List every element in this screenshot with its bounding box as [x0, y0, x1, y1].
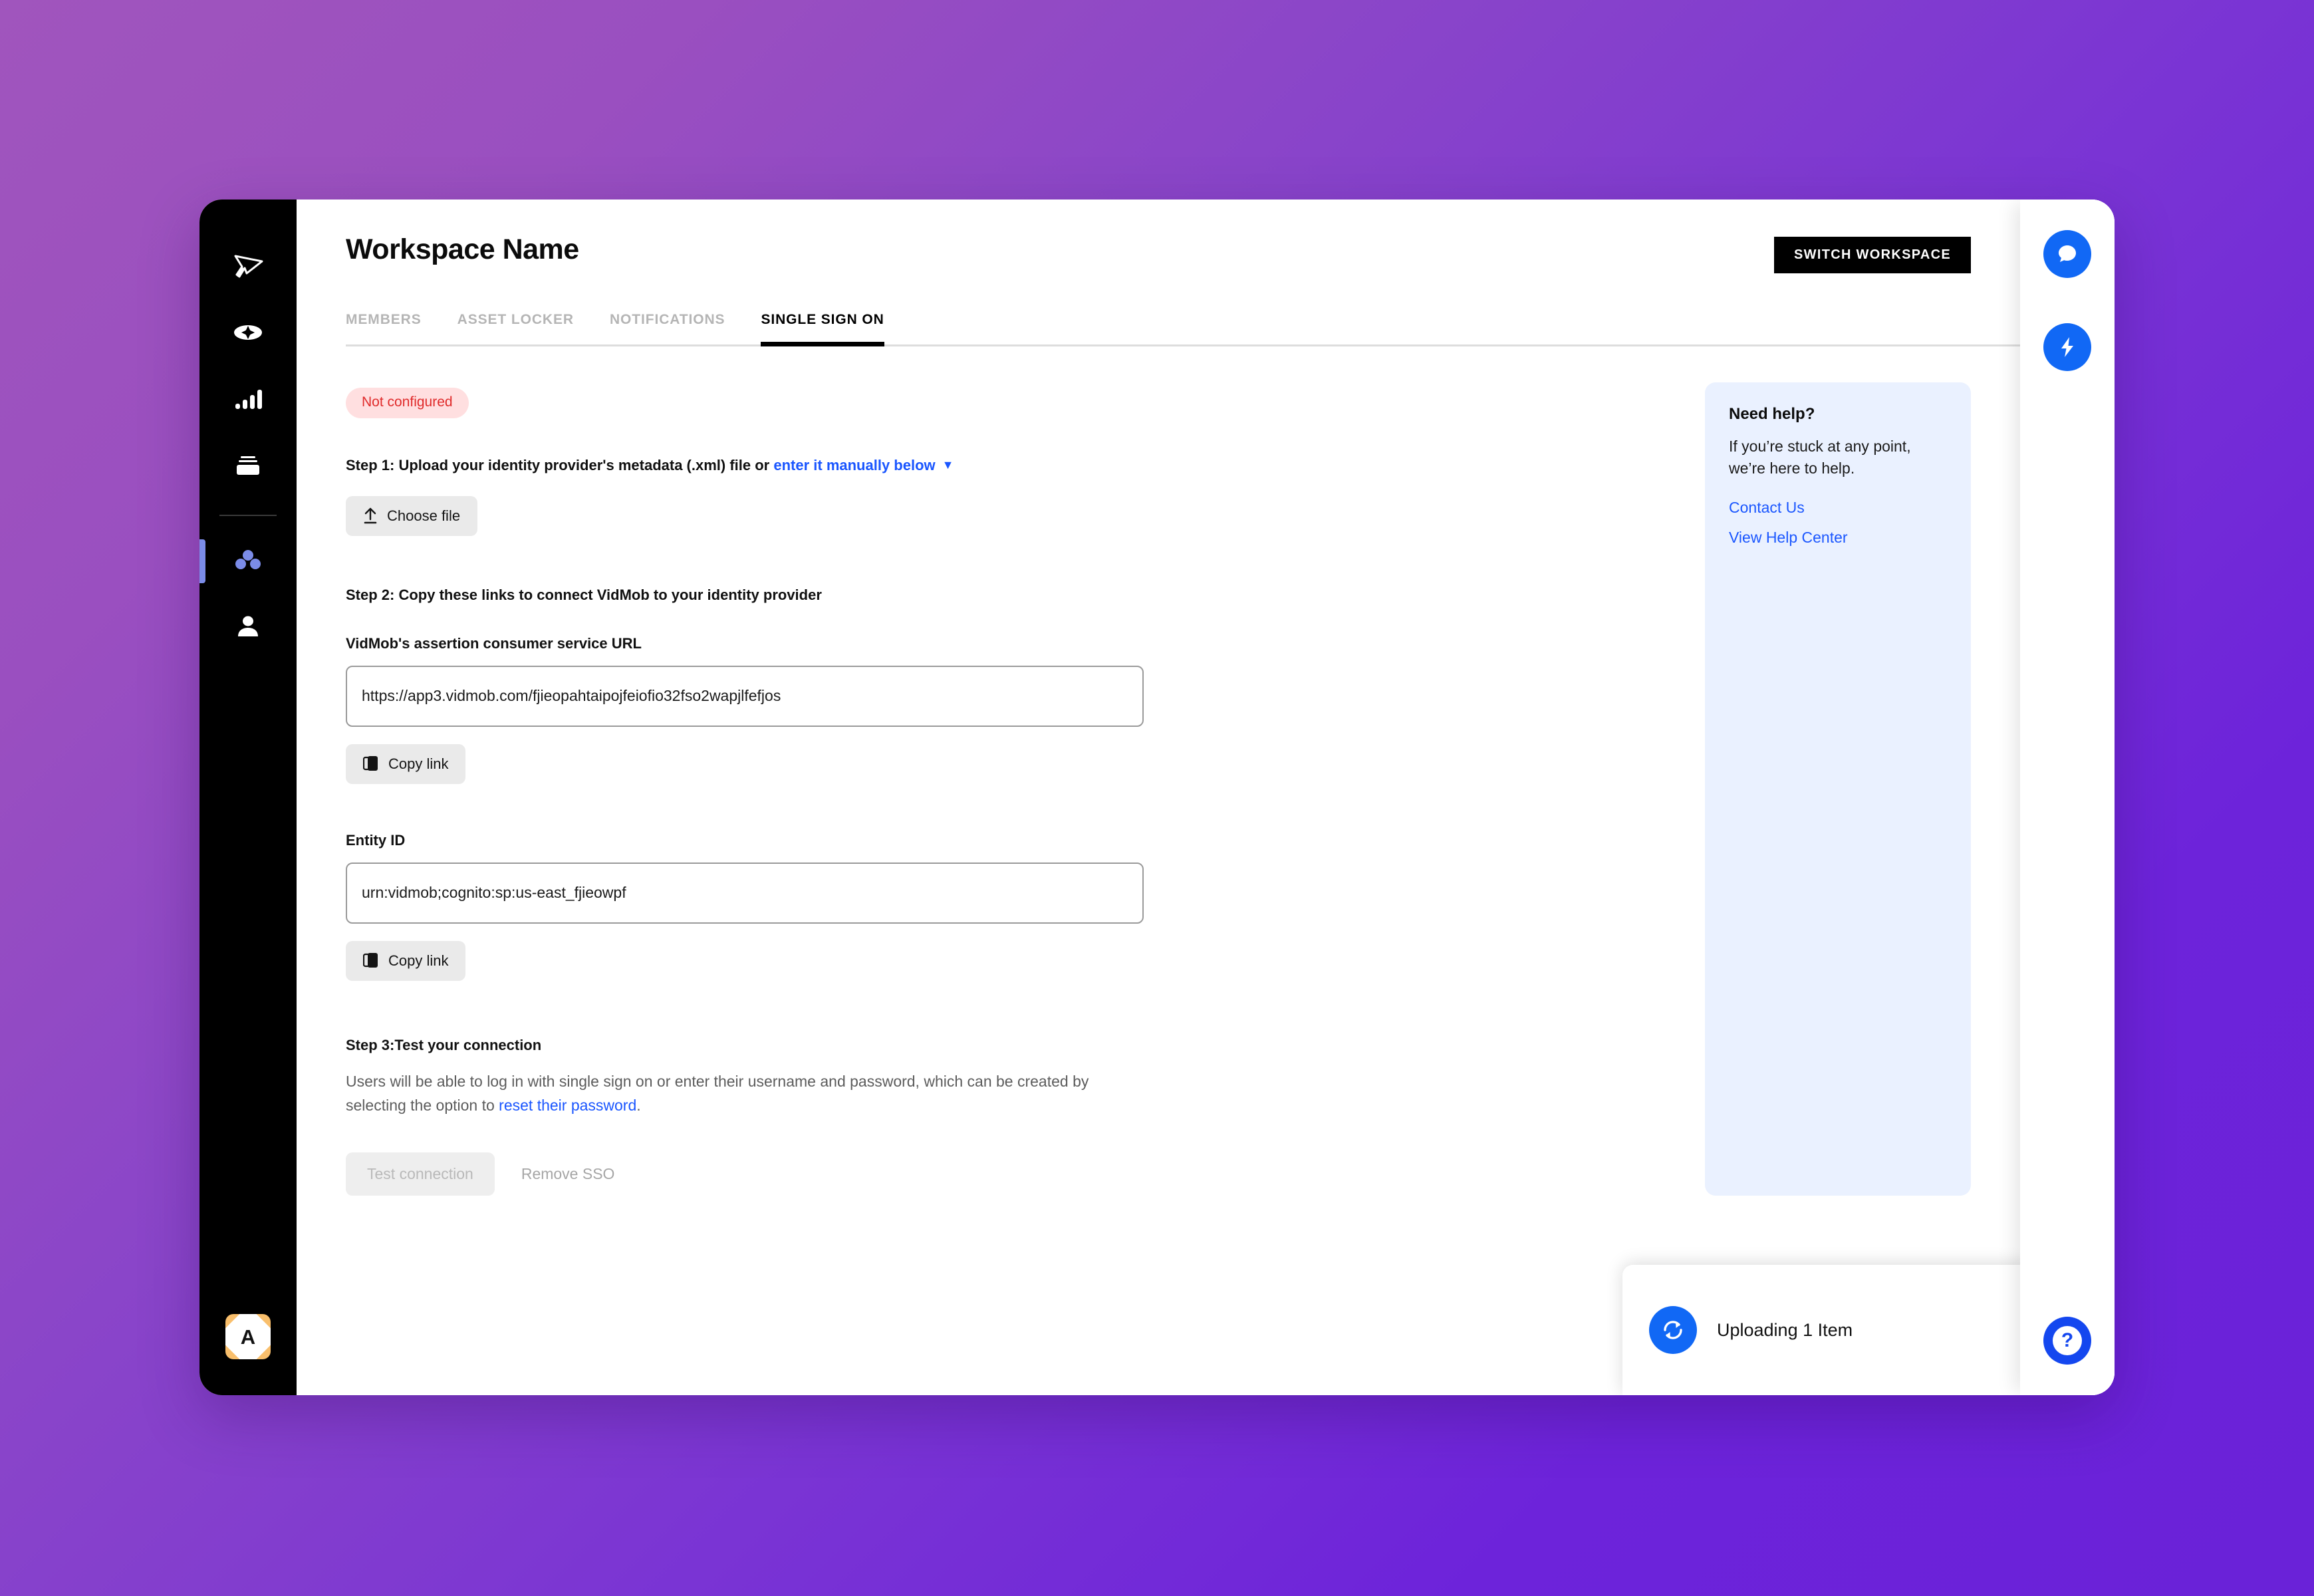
copy-entity-id-button[interactable]: Copy link [346, 940, 466, 981]
view-help-center-link[interactable]: View Help Center [1729, 529, 1947, 547]
contact-us-link[interactable]: Contact Us [1729, 499, 1947, 517]
copy-entity-id-label: Copy link [388, 952, 449, 969]
help-column: Need help? If you’re stuck at any point,… [1144, 346, 1971, 1196]
need-help-card: Need help? If you’re stuck at any point,… [1705, 382, 1971, 1196]
avatar-initial: A [240, 1325, 256, 1349]
entity-id-label: Entity ID [346, 831, 406, 849]
sidebar: A [199, 200, 297, 1395]
copy-acs-url-button[interactable]: Copy link [346, 743, 466, 784]
step3-actions: Test connection Remove SSO [346, 1152, 1144, 1196]
switch-workspace-button[interactable]: SWITCH WORKSPACE [1774, 237, 1971, 273]
sidebar-item-create[interactable] [199, 301, 297, 367]
sidebar-divider [219, 515, 277, 516]
sidebar-item-logo[interactable] [199, 234, 297, 301]
content-pane: Workspace Name SWITCH WORKSPACE MEMBERS … [297, 200, 2115, 1395]
acs-url-input[interactable] [346, 665, 1144, 727]
main-area: Workspace Name SWITCH WORKSPACE MEMBERS … [297, 200, 2115, 1395]
copy-icon [363, 755, 379, 773]
refresh-icon [1649, 1306, 1697, 1354]
right-rail: ? [2020, 200, 2115, 1395]
entity-id-input[interactable] [346, 862, 1144, 924]
test-connection-button[interactable]: Test connection [346, 1152, 495, 1196]
copy-icon [363, 952, 379, 970]
app-window: A Workspace Name SWITCH WORKSPACE MEMBER… [199, 200, 2115, 1395]
question-mark-glyph: ? [2053, 1326, 2082, 1355]
avatar-wrapper[interactable]: A [224, 1313, 272, 1361]
archive-box-icon [232, 450, 264, 485]
team-dots-icon [232, 544, 264, 579]
sso-settings-column: Not configured Step 1: Upload your ident… [346, 346, 1144, 1196]
acs-url-label: VidMob's assertion consumer service URL [346, 634, 642, 652]
sidebar-item-account[interactable] [199, 595, 297, 661]
cursor-logo-icon [231, 249, 265, 287]
copy-acs-url-label: Copy link [388, 755, 449, 772]
enter-manually-link[interactable]: enter it manually below [773, 457, 935, 473]
tab-single-sign-on[interactable]: SINGLE SIGN ON [761, 312, 885, 346]
remove-sso-button[interactable]: Remove SSO [507, 1152, 630, 1196]
bar-chart-icon [232, 383, 264, 418]
step2-heading: Step 2: Copy these links to connect VidM… [346, 586, 822, 603]
need-help-title: Need help? [1729, 405, 1815, 423]
upload-arrow-icon [363, 507, 378, 525]
choose-file-button[interactable]: Choose file [346, 495, 478, 536]
lightning-bolt-icon-button[interactable] [2043, 323, 2091, 371]
person-icon [232, 610, 264, 646]
tab-bar: MEMBERS ASSET LOCKER NOTIFICATIONS SINGL… [346, 312, 2020, 346]
step3-text-after: . [636, 1097, 641, 1115]
tab-asset-locker[interactable]: ASSET LOCKER [457, 312, 574, 344]
step1-text: Step 1: Upload your identity provider's … [346, 457, 774, 473]
chevron-down-icon[interactable]: ▼ [942, 457, 954, 473]
help-question-icon-button[interactable]: ? [2043, 1317, 2091, 1365]
need-help-text: If you’re stuck at any point, we’re here… [1729, 438, 1911, 477]
tab-notifications[interactable]: NOTIFICATIONS [610, 312, 725, 344]
step1-heading: Step 1: Upload your identity provider's … [346, 456, 1144, 476]
step3-description: Users will be able to log in with single… [346, 1070, 1137, 1117]
chat-bubble-icon-button[interactable] [2043, 230, 2091, 278]
reset-password-link[interactable]: reset their password [499, 1097, 636, 1114]
sidebar-item-analytics[interactable] [199, 367, 297, 434]
step3-heading: Step 3:Test your connection [346, 1036, 542, 1053]
body-columns: Not configured Step 1: Upload your ident… [346, 346, 2020, 1196]
choose-file-label: Choose file [387, 507, 461, 524]
sidebar-item-workspace[interactable] [199, 528, 297, 595]
step3-text-before: Users will be able to log in with single… [346, 1073, 1089, 1115]
sidebar-item-library[interactable] [199, 434, 297, 500]
tab-members[interactable]: MEMBERS [346, 312, 422, 344]
page-title: Workspace Name [346, 233, 579, 265]
status-badge: Not configured [346, 388, 469, 418]
avatar[interactable]: A [225, 1314, 271, 1359]
sparkle-eye-icon [232, 317, 264, 352]
header-row: Workspace Name SWITCH WORKSPACE [346, 233, 2020, 273]
